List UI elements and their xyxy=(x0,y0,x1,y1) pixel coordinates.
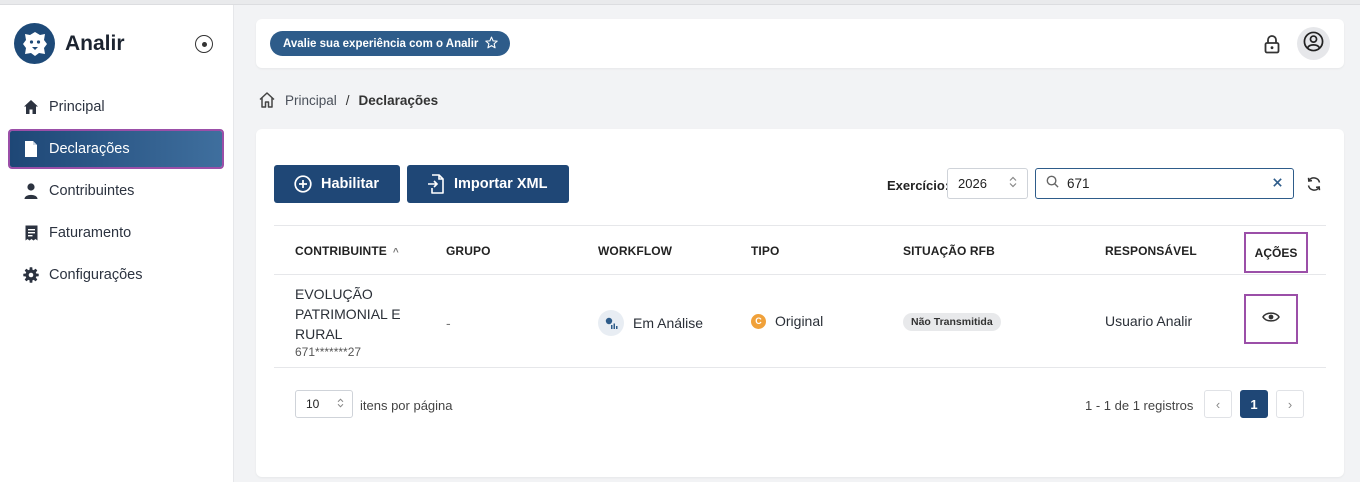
grupo-value: - xyxy=(446,315,451,331)
original-type-icon: C xyxy=(751,313,766,329)
search-box[interactable] xyxy=(1035,168,1294,199)
user-circle-icon xyxy=(1303,31,1324,57)
sidebar-item-configuracoes[interactable]: Configurações xyxy=(10,257,222,293)
col-grupo: GRUPO xyxy=(446,244,491,258)
eye-icon xyxy=(1262,310,1280,328)
table-row[interactable]: EVOLUÇÃO PATRIMONIAL E RURAL 671*******2… xyxy=(274,275,1326,368)
col-acoes: AÇÕES xyxy=(1244,232,1308,273)
exercicio-select[interactable]: 2026 xyxy=(947,168,1028,199)
contribuinte-cpf: 671*******27 xyxy=(295,345,362,359)
breadcrumb-current: Declarações xyxy=(358,92,439,108)
user-avatar-button[interactable] xyxy=(1297,27,1330,60)
brand-name: Analir xyxy=(65,31,125,55)
importar-xml-button[interactable]: Importar XML xyxy=(407,165,569,203)
col-responsavel: RESPONSÁVEL xyxy=(1105,244,1197,258)
col-acoes-label: AÇÕES xyxy=(1254,245,1298,260)
header: Avalie sua experiência com o Analir xyxy=(256,19,1344,68)
lock-icon[interactable] xyxy=(1263,34,1281,54)
col-tipo: TIPO xyxy=(751,244,780,258)
next-page-button[interactable]: › xyxy=(1276,390,1304,418)
file-icon xyxy=(23,141,39,157)
habilitar-button[interactable]: Habilitar xyxy=(274,165,400,203)
up-down-arrows-icon xyxy=(1009,176,1017,191)
declaracoes-table: CONTRIBUINTE ^ GRUPO WORKFLOW TIPO SITUAÇ… xyxy=(274,225,1326,368)
clear-search-icon[interactable] xyxy=(1272,175,1283,193)
per-page-select[interactable]: 10 xyxy=(295,390,353,418)
contribuinte-name: EVOLUÇÃO PATRIMONIAL E RURAL xyxy=(295,286,401,342)
prev-page-button[interactable]: ‹ xyxy=(1204,390,1232,418)
star-icon xyxy=(485,36,499,52)
importar-label: Importar XML xyxy=(454,176,548,192)
habilitar-label: Habilitar xyxy=(321,176,380,192)
sidebar-item-declaracoes[interactable]: Declarações xyxy=(8,129,224,169)
home-outline-icon[interactable] xyxy=(258,91,276,109)
tipo-value: C Original xyxy=(751,313,823,329)
view-button[interactable] xyxy=(1244,294,1298,344)
sidebar-item-label: Principal xyxy=(49,99,105,115)
up-down-arrows-icon xyxy=(337,397,344,411)
search-input[interactable] xyxy=(1067,176,1272,191)
analysis-chart-icon xyxy=(598,310,624,336)
lion-logo-icon xyxy=(14,23,55,64)
search-icon xyxy=(1046,175,1059,193)
sidebar-nav: Principal Declarações Contribuintes Fatu… xyxy=(8,89,224,299)
plus-circle-icon xyxy=(294,175,312,193)
per-page-label: itens por página xyxy=(360,398,453,413)
col-contribuinte[interactable]: CONTRIBUINTE ^ xyxy=(295,244,399,258)
breadcrumb-home-link[interactable]: Principal xyxy=(285,93,337,108)
home-icon xyxy=(23,99,39,115)
brand[interactable]: Analir xyxy=(14,23,125,64)
exercicio-value: 2026 xyxy=(958,176,987,191)
user-icon xyxy=(23,183,39,199)
pagination-range: 1 - 1 de 1 registros xyxy=(1085,398,1194,413)
sidebar-item-label: Configurações xyxy=(49,267,143,283)
sidebar: Analir Principal Declarações Contribuint… xyxy=(0,5,234,482)
situacao-badge: Não Transmitida xyxy=(903,313,1001,331)
col-situacao-rfb: SITUAÇÃO RFB xyxy=(903,244,995,258)
feedback-button[interactable]: Avalie sua experiência com o Analir xyxy=(270,31,511,56)
workflow-status: Em Análise xyxy=(598,310,703,336)
sidebar-item-label: Contribuintes xyxy=(49,183,135,199)
sidebar-item-faturamento[interactable]: Faturamento xyxy=(10,215,222,251)
per-page-value: 10 xyxy=(306,397,320,411)
feedback-label: Avalie sua experiência com o Analir xyxy=(283,37,479,50)
gear-icon xyxy=(23,267,39,283)
refresh-icon[interactable] xyxy=(1306,176,1322,192)
breadcrumb-separator: / xyxy=(345,92,350,108)
breadcrumb: Principal / Declarações xyxy=(258,91,438,109)
exercicio-label: Exercício: xyxy=(887,178,950,193)
sidebar-item-label: Faturamento xyxy=(49,225,132,241)
file-import-icon xyxy=(427,174,445,194)
sidebar-item-principal[interactable]: Principal xyxy=(10,89,222,125)
collapse-sidebar-button[interactable] xyxy=(195,35,213,53)
col-workflow: WORKFLOW xyxy=(598,244,673,258)
tipo-label: Original xyxy=(775,313,824,329)
declaracoes-panel: Habilitar Importar XML Exercício: 2026 C… xyxy=(256,129,1344,477)
page-1-button[interactable]: 1 xyxy=(1240,390,1268,418)
workflow-label: Em Análise xyxy=(633,315,704,331)
table-header: CONTRIBUINTE ^ GRUPO WORKFLOW TIPO SITUAÇ… xyxy=(274,225,1326,275)
sidebar-item-label: Declarações xyxy=(49,141,130,157)
sort-asc-icon[interactable]: ^ xyxy=(393,247,399,258)
receipt-icon xyxy=(23,225,39,241)
responsavel-value: Usuario Analir xyxy=(1105,313,1193,329)
sidebar-item-contribuintes[interactable]: Contribuintes xyxy=(10,173,222,209)
